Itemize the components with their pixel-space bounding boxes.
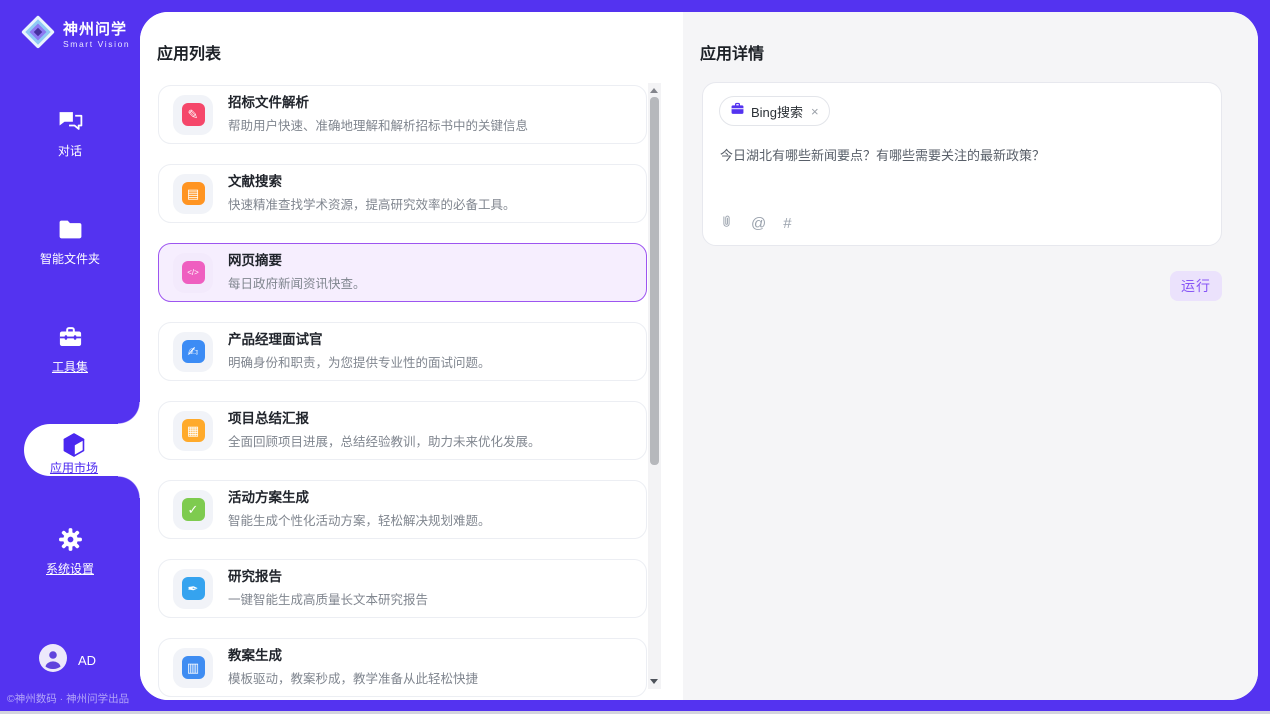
app-name: 文献搜索 — [228, 174, 516, 190]
app-list-title: 应用列表 — [157, 40, 221, 64]
app-detail-panel: 应用详情 Bing搜索 × 今日湖北有哪些新闻要点？有哪些需要关注的最新政策？ … — [683, 12, 1258, 700]
app-description: 快速精准查找学术资源，提高研究效率的必备工具。 — [228, 194, 516, 213]
user-name: AD — [78, 653, 96, 668]
sidebar-item-label: 系统设置 — [46, 560, 94, 577]
app-detail-title: 应用详情 — [700, 40, 764, 64]
cube-icon — [60, 431, 88, 459]
sidebar-item-smart-folder[interactable]: 智能文件夹 — [0, 215, 140, 267]
app-card-literature-search[interactable]: ▤ 文献搜索 快速精准查找学术资源，提高研究效率的必备工具。 — [158, 164, 647, 223]
scroll-up-arrow-icon[interactable] — [650, 88, 658, 93]
app-card-lesson-plan[interactable]: ▥ 教案生成 模板驱动，教案秒成，教学准备从此轻松快捷 — [158, 638, 647, 697]
sidebar: 神州问学 Smart Vision 对话 智能文件夹 工具集 — [0, 0, 140, 714]
app-subtitle: Smart Vision — [63, 39, 130, 49]
sidebar-item-label: 智能文件夹 — [40, 250, 100, 267]
app-description: 每日政府新闻资讯快查。 — [228, 273, 366, 292]
scrollbar-thumb[interactable] — [650, 97, 659, 465]
paperclip-icon[interactable] — [719, 213, 734, 233]
query-card: Bing搜索 × 今日湖北有哪些新闻要点？有哪些需要关注的最新政策？ @ # — [702, 82, 1222, 246]
briefcase-icon — [730, 101, 745, 121]
copyright-footer: ©神州数码 · 神州问学出品 — [0, 691, 140, 706]
sidebar-item-toolset[interactable]: 工具集 — [0, 323, 140, 375]
app-card-research-report[interactable]: ✒ 研究报告 一键智能生成高质量长文本研究报告 — [158, 559, 647, 618]
hash-icon[interactable]: # — [783, 216, 791, 231]
app-window: 神州问学 Smart Vision 对话 智能文件夹 工具集 — [0, 0, 1270, 714]
app-name: 项目总结汇报 — [228, 411, 541, 427]
pen-square-icon: ✎ — [182, 103, 205, 126]
avatar — [39, 644, 67, 677]
browser-code-icon: </> — [182, 261, 205, 284]
tool-chip-label: Bing搜索 — [751, 102, 803, 121]
app-card-pm-interviewer[interactable]: ✍ 产品经理面试官 明确身份和职责，为您提供专业性的面试问题。 — [158, 322, 647, 381]
toolbox-icon — [57, 323, 84, 351]
chat-icon — [57, 107, 84, 135]
books-icon: ▥ — [182, 656, 205, 679]
query-input[interactable]: 今日湖北有哪些新闻要点？有哪些需要关注的最新政策？ — [720, 146, 1205, 165]
sidebar-item-system-settings[interactable]: 系统设置 — [0, 525, 140, 577]
app-name: 活动方案生成 — [228, 490, 491, 506]
gear-icon — [57, 525, 84, 553]
scrollbar[interactable] — [648, 83, 661, 689]
app-name: 教案生成 — [228, 648, 478, 664]
app-card-event-plan[interactable]: ✓ 活动方案生成 智能生成个性化活动方案，轻松解决规划难题。 — [158, 480, 647, 539]
app-card-bid-document-analysis[interactable]: ✎ 招标文件解析 帮助用户快速、准确地理解和解析招标书中的关键信息 — [158, 85, 647, 144]
sidebar-item-app-market[interactable]: 应用市场 — [24, 424, 140, 476]
app-name: 研究报告 — [228, 569, 428, 585]
clipboard-check-icon: ✓ — [182, 498, 205, 521]
calendar-icon: ▦ — [182, 419, 205, 442]
interviewer-icon: ✍ — [182, 340, 205, 363]
app-logo: 神州问学 Smart Vision — [0, 0, 140, 57]
app-description: 智能生成个性化活动方案，轻松解决规划难题。 — [228, 510, 491, 529]
app-description: 模板驱动，教案秒成，教学准备从此轻松快捷 — [228, 668, 478, 687]
app-name: 招标文件解析 — [228, 95, 528, 111]
app-name: 产品经理面试官 — [228, 332, 491, 348]
app-title: 神州问学 — [63, 21, 130, 39]
folder-icon — [57, 215, 84, 243]
sidebar-item-label: 应用市场 — [50, 459, 98, 476]
app-list-panel: 应用列表 ✎ 招标文件解析 帮助用户快速、准确地理解和解析招标书中的关键信息 — [140, 12, 683, 700]
tool-chip-bing-search[interactable]: Bing搜索 × — [719, 96, 830, 126]
app-description: 全面回顾项目进展，总结经验教训，助力未来优化发展。 — [228, 431, 541, 450]
paperclip-icon — [719, 213, 734, 233]
run-button[interactable]: 运行 — [1170, 271, 1222, 301]
app-card-web-summary[interactable]: </> 网页摘要 每日政府新闻资讯快查。 — [158, 243, 647, 302]
app-name: 网页摘要 — [228, 253, 366, 269]
app-description: 帮助用户快速、准确地理解和解析招标书中的关键信息 — [228, 115, 528, 134]
app-description: 明确身份和职责，为您提供专业性的面试问题。 — [228, 352, 491, 371]
logo-diamond-icon — [18, 12, 58, 57]
app-list: ✎ 招标文件解析 帮助用户快速、准确地理解和解析招标书中的关键信息 ▤ — [158, 85, 647, 697]
scroll-down-arrow-icon[interactable] — [650, 679, 658, 684]
user-account[interactable]: AD — [0, 644, 140, 677]
sidebar-item-chat[interactable]: 对话 — [0, 107, 140, 159]
app-card-project-summary[interactable]: ▦ 项目总结汇报 全面回顾项目进展，总结经验教训，助力未来优化发展。 — [158, 401, 647, 460]
pen-report-icon: ✒ — [182, 577, 205, 600]
sidebar-item-label: 工具集 — [52, 358, 88, 375]
sidebar-item-label: 对话 — [58, 142, 82, 159]
attach-toolbar: @ # — [719, 213, 792, 233]
at-mention-icon[interactable]: @ — [751, 216, 766, 231]
app-description: 一键智能生成高质量长文本研究报告 — [228, 589, 428, 608]
book-icon: ▤ — [182, 182, 205, 205]
chip-close-icon[interactable]: × — [811, 105, 819, 118]
main-content: 应用列表 ✎ 招标文件解析 帮助用户快速、准确地理解和解析招标书中的关键信息 — [140, 12, 1258, 700]
sidebar-nav: 对话 智能文件夹 工具集 应用市场 — [0, 107, 140, 577]
